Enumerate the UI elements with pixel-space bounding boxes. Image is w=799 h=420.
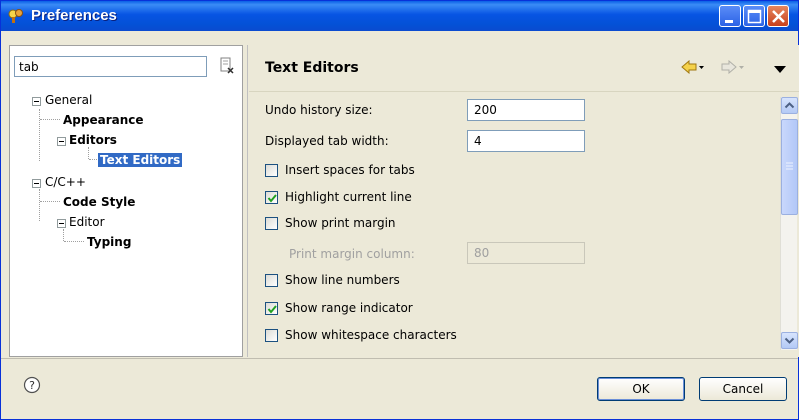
clear-filter-icon[interactable] — [217, 56, 237, 76]
tree-connector — [39, 109, 40, 161]
highlight-line-checkbox[interactable] — [265, 191, 278, 204]
preferences-dialog: Preferences General Appearance Edito — [0, 0, 799, 420]
show-print-margin-label[interactable]: Show print margin — [285, 216, 396, 230]
tree-item-label: Text Editors — [98, 153, 183, 167]
collapse-toggle[interactable] — [32, 97, 41, 106]
tree-item-cpp[interactable]: C/C++ — [45, 174, 86, 190]
tree-connector — [40, 119, 60, 120]
scroll-thumb[interactable] — [781, 119, 798, 215]
tab-width-label: Displayed tab width: — [265, 134, 389, 148]
preferences-icon — [8, 9, 23, 23]
close-icon — [772, 10, 785, 23]
forward-arrow-icon[interactable] — [721, 60, 745, 74]
scroll-up-button[interactable] — [781, 97, 798, 114]
tree-item-appearance[interactable]: Appearance — [63, 112, 144, 128]
view-menu-icon[interactable] — [773, 64, 787, 74]
tab-width-input[interactable] — [467, 130, 585, 152]
grip-icon — [786, 162, 793, 170]
print-margin-column-input — [467, 242, 585, 264]
tree-connector — [39, 189, 40, 221]
cancel-button[interactable]: Cancel — [699, 377, 787, 401]
tree-item-label: Editors — [69, 133, 117, 147]
show-range-indicator-label[interactable]: Show range indicator — [285, 301, 413, 315]
close-button[interactable] — [767, 5, 789, 27]
chevron-down-icon — [784, 337, 795, 344]
tree-connector — [88, 147, 89, 159]
tree-item-label: Typing — [87, 235, 132, 249]
back-arrow-icon[interactable] — [681, 60, 705, 74]
print-margin-column-label: Print margin column: — [289, 247, 415, 261]
tree-connector — [64, 241, 84, 242]
ok-button[interactable]: OK — [597, 377, 685, 401]
show-whitespace-label[interactable]: Show whitespace characters — [285, 328, 457, 342]
tree-item-label: C/C++ — [45, 175, 86, 189]
collapse-toggle[interactable] — [32, 179, 41, 188]
highlight-line-label[interactable]: Highlight current line — [285, 190, 412, 204]
tree-item-label: Appearance — [63, 113, 144, 127]
insert-spaces-label[interactable]: Insert spaces for tabs — [285, 163, 415, 177]
minimize-button[interactable] — [719, 5, 741, 27]
svg-text:?: ? — [29, 379, 35, 392]
tree-item-text-editors[interactable]: Text Editors — [98, 152, 183, 168]
maximize-icon — [747, 9, 762, 24]
scroll-down-button[interactable] — [781, 332, 798, 349]
tree-connector — [40, 201, 60, 202]
checkmark-icon — [267, 305, 277, 314]
tree-item-label: Code Style — [63, 195, 136, 209]
undo-history-input[interactable] — [467, 99, 585, 121]
show-print-margin-checkbox[interactable] — [265, 217, 278, 230]
tree-item-editor[interactable]: Editor — [63, 214, 105, 230]
show-line-numbers-label[interactable]: Show line numbers — [285, 273, 400, 287]
tree-connector — [89, 159, 97, 160]
show-whitespace-checkbox[interactable] — [265, 329, 278, 342]
tree-item-typing[interactable]: Typing — [87, 234, 131, 250]
button-bar-separator — [1, 358, 798, 359]
show-line-numbers-checkbox[interactable] — [265, 274, 278, 287]
pane-divider[interactable] — [247, 45, 248, 357]
maximize-button[interactable] — [743, 5, 765, 27]
minimize-icon — [725, 20, 733, 23]
show-range-indicator-checkbox[interactable] — [265, 302, 278, 315]
page-title: Text Editors — [265, 60, 359, 76]
tree-item-code-style[interactable]: Code Style — [63, 194, 135, 210]
tree-item-editors[interactable]: Editors — [63, 132, 117, 148]
tree-connector — [63, 229, 64, 241]
vertical-scrollbar[interactable] — [780, 97, 798, 350]
checkmark-icon — [267, 194, 277, 203]
tree-item-label: General — [45, 93, 93, 107]
tree-item-general[interactable]: General — [45, 92, 92, 108]
title-bar[interactable]: Preferences — [1, 1, 798, 31]
window-title: Preferences — [31, 7, 117, 24]
filter-input[interactable] — [14, 56, 207, 77]
insert-spaces-checkbox[interactable] — [265, 164, 278, 177]
chevron-up-icon — [784, 102, 795, 109]
undo-history-label: Undo history size: — [265, 103, 373, 117]
help-icon[interactable]: ? — [23, 376, 41, 394]
tree-item-label: Editor — [69, 215, 105, 229]
